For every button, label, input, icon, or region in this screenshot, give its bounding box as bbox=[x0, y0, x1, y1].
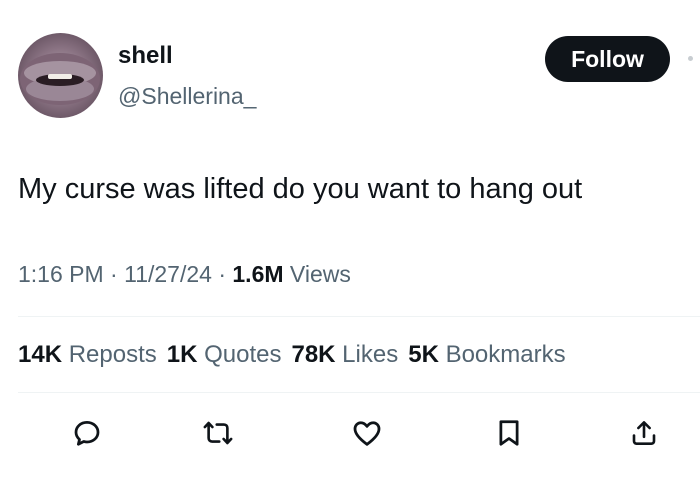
likes-count: 78K bbox=[291, 341, 336, 368]
share-icon bbox=[632, 421, 656, 445]
follow-button[interactable]: Follow bbox=[545, 36, 670, 82]
views-label: Views bbox=[283, 261, 351, 287]
user-handle[interactable]: @Shellerina_ bbox=[118, 81, 256, 111]
reposts-count: 14K bbox=[18, 341, 63, 368]
tweet-date[interactable]: 11/27/24 bbox=[124, 261, 212, 287]
quotes-label: Quotes bbox=[197, 341, 282, 368]
like-icon bbox=[353, 421, 381, 446]
reposts-label: Reposts bbox=[62, 341, 157, 368]
tweet-time[interactable]: 1:16 PM bbox=[18, 261, 104, 287]
bookmark-icon bbox=[499, 420, 519, 446]
bookmarks-stat[interactable]: 5K Bookmarks bbox=[408, 341, 565, 368]
likes-label: Likes bbox=[335, 341, 399, 368]
display-name[interactable]: shell bbox=[118, 41, 173, 71]
reposts-stat[interactable]: 14K Reposts bbox=[18, 341, 157, 368]
engagement-stats: 14K Reposts 1K Quotes 78K Likes 5K Bookmark… bbox=[18, 339, 576, 371]
reply-icon bbox=[74, 421, 100, 446]
share-button[interactable] bbox=[627, 416, 661, 450]
divider bbox=[18, 316, 700, 317]
divider bbox=[18, 392, 700, 393]
tweet-meta: 1:16 PM · 11/27/24 · 1.6M Views bbox=[18, 259, 351, 289]
avatar[interactable] bbox=[18, 33, 103, 118]
bookmarks-count: 5K bbox=[408, 341, 439, 368]
meta-separator: · bbox=[211, 261, 233, 287]
reply-button[interactable] bbox=[70, 416, 104, 450]
quotes-stat[interactable]: 1K Quotes bbox=[167, 341, 282, 368]
like-button[interactable] bbox=[350, 416, 384, 450]
repost-button[interactable] bbox=[201, 416, 235, 450]
views-count: 1.6M bbox=[232, 261, 284, 287]
bookmarks-label: Bookmarks bbox=[438, 341, 566, 368]
likes-stat[interactable]: 78K Likes bbox=[291, 341, 398, 368]
bookmark-button[interactable] bbox=[492, 416, 526, 450]
meta-separator: · bbox=[103, 261, 125, 287]
repost-icon bbox=[203, 421, 233, 445]
tweet-text: My curse was lifted do you want to hang … bbox=[18, 173, 583, 205]
avatar-image bbox=[20, 53, 100, 105]
quotes-count: 1K bbox=[166, 341, 198, 368]
more-options-icon[interactable] bbox=[688, 56, 693, 61]
